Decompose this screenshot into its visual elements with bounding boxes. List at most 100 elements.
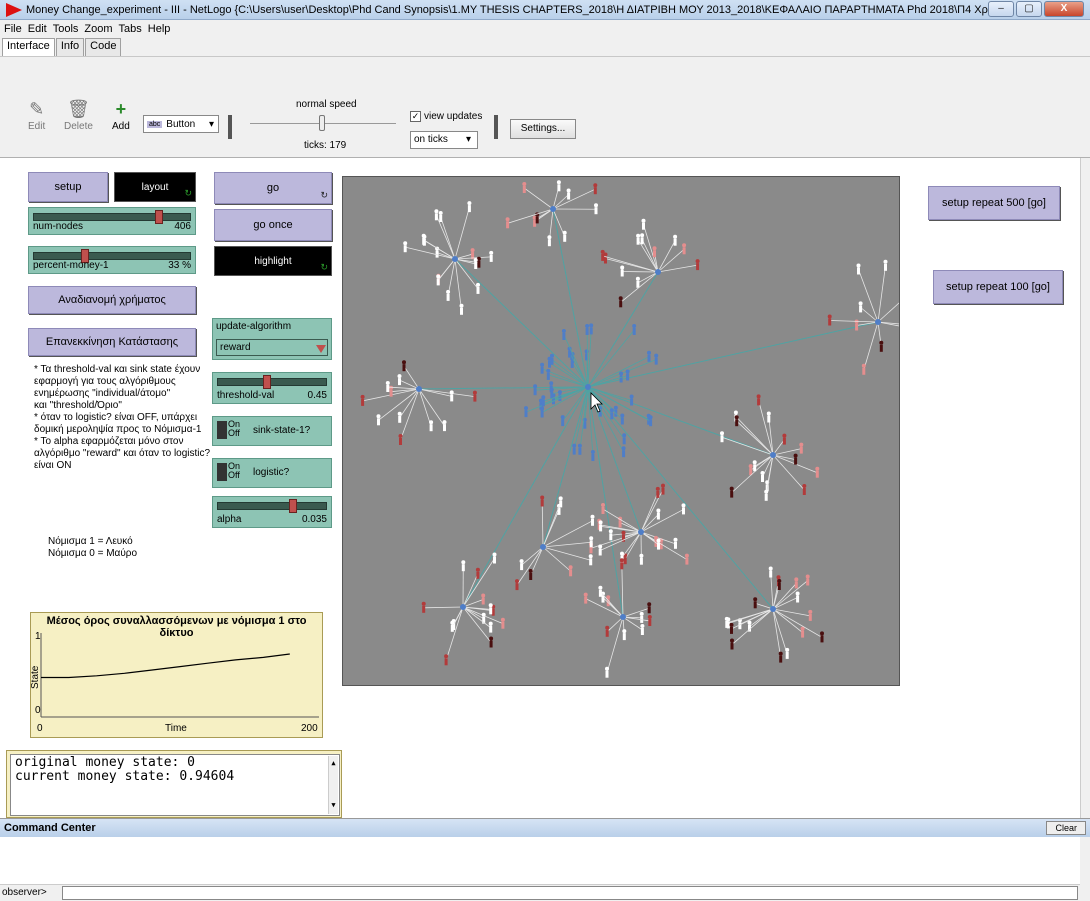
agent-body — [403, 245, 407, 253]
slider-thumb[interactable] — [289, 499, 297, 513]
update-mode-dropdown[interactable]: on ticks ▾ — [410, 131, 478, 149]
speed-slider-thumb[interactable] — [319, 115, 325, 131]
agent-body — [857, 267, 860, 275]
slider-value: 0.45 — [307, 390, 327, 401]
slider-track[interactable] — [217, 502, 327, 510]
switch-toggle[interactable] — [217, 421, 227, 439]
agent-head — [459, 303, 464, 308]
setup-button[interactable]: setup — [28, 172, 108, 202]
agent-body — [640, 237, 644, 245]
agent-head — [533, 384, 538, 389]
agent-body — [541, 399, 545, 407]
threshold-val-slider[interactable]: threshold-val 0.45 — [212, 372, 332, 404]
menu-help[interactable]: Help — [148, 23, 171, 35]
slider-track[interactable] — [33, 213, 191, 221]
agent-node — [682, 243, 687, 255]
x-max-label: 200 — [301, 723, 318, 734]
agent-body — [461, 564, 465, 572]
alpha-slider[interactable]: alpha 0.035 — [212, 496, 332, 528]
network-link — [524, 187, 554, 210]
agent-head — [547, 235, 552, 240]
agent-head — [764, 489, 769, 494]
agent-node — [753, 597, 758, 609]
redistribute-money-button[interactable]: Αναδιανομή χρήματος — [28, 286, 196, 314]
chooser-value-box[interactable]: reward — [216, 339, 328, 356]
monitor-scrollbar[interactable]: ▲ ▼ — [328, 756, 338, 814]
agent-head — [802, 484, 807, 488]
logistic-switch[interactable]: On Off logistic? — [212, 458, 332, 488]
agent-head — [605, 625, 610, 630]
edit-tool[interactable]: ✎ Edit — [28, 99, 45, 132]
observer-prompt[interactable]: observer> — [0, 886, 47, 900]
network-link — [454, 258, 589, 388]
tab-info[interactable]: Info — [55, 38, 85, 56]
agent-head — [461, 560, 466, 565]
agent-body — [647, 354, 651, 362]
setup-repeat-100-button[interactable]: setup repeat 100 [go] — [933, 270, 1063, 304]
agent-body — [522, 186, 526, 193]
plot-canvas: 1 0 State 0 Time 200 — [31, 631, 319, 734]
world-view[interactable] — [342, 176, 900, 686]
menu-file[interactable]: File — [4, 23, 22, 35]
maximize-button[interactable]: ▢ — [1016, 1, 1042, 17]
clear-button[interactable]: Clear — [1046, 821, 1086, 835]
agent-head — [730, 638, 734, 643]
agent-node — [444, 654, 449, 666]
layout-button[interactable]: layout ↻ — [114, 172, 196, 202]
agent-node — [782, 433, 787, 445]
reset-state-label: Επανεκκίνηση Κατάστασης — [45, 336, 179, 348]
interface-vertical-scrollbar[interactable] — [1080, 158, 1090, 818]
menu-tabs[interactable]: Tabs — [119, 23, 142, 35]
menu-edit[interactable]: Edit — [28, 23, 47, 35]
menu-tools[interactable]: Tools — [53, 23, 79, 35]
agent-body — [632, 328, 636, 335]
agent-head — [561, 329, 566, 333]
delete-tool[interactable]: 🗑 Delete — [64, 99, 93, 132]
agent-node — [785, 647, 790, 659]
menu-zoom[interactable]: Zoom — [84, 23, 112, 35]
window-titlebar: Money Change_experiment - III - NetLogo … — [0, 0, 1090, 20]
command-input[interactable] — [62, 886, 1078, 900]
highlight-button[interactable]: highlight ↻ — [214, 246, 332, 276]
slider-track[interactable] — [217, 378, 327, 386]
sink-state-switch[interactable]: On Off sink-state-1? — [212, 416, 332, 446]
agent-node — [802, 484, 807, 495]
add-tool[interactable]: + Add — [112, 99, 130, 132]
agent-head — [376, 414, 381, 419]
close-button[interactable]: X — [1044, 1, 1084, 17]
agent-head — [899, 318, 900, 322]
go-button[interactable]: go ↻ — [214, 172, 332, 204]
agent-node — [429, 420, 434, 432]
slider-thumb[interactable] — [263, 375, 271, 389]
agent-head — [748, 464, 753, 469]
agent-head — [673, 234, 678, 239]
settings-button[interactable]: Settings... — [510, 119, 576, 139]
agent-head — [793, 453, 798, 458]
num-nodes-slider[interactable]: num-nodes 406 — [28, 207, 196, 235]
setup-repeat-500-button[interactable]: setup repeat 500 [go] — [928, 186, 1060, 220]
reset-state-button[interactable]: Επανεκκίνηση Κατάστασης — [28, 328, 196, 356]
update-algorithm-chooser[interactable]: update-algorithm reward — [212, 318, 332, 360]
network-link — [391, 388, 420, 393]
slider-thumb[interactable] — [155, 210, 163, 224]
agent-body — [622, 437, 626, 445]
agent-node — [594, 203, 598, 215]
note-line: και "threshold/Όριο" — [34, 400, 122, 411]
tab-code[interactable]: Code — [85, 38, 122, 56]
switch-toggle[interactable] — [217, 463, 227, 481]
widget-type-dropdown[interactable]: abc Button ▾ — [143, 115, 219, 133]
agent-node — [572, 443, 577, 455]
agent-node — [756, 394, 761, 406]
view-updates-checkbox[interactable]: ✓ view updates — [410, 111, 482, 122]
agent-body — [477, 260, 481, 268]
agent-body — [501, 621, 505, 629]
go-once-button[interactable]: go once — [214, 209, 332, 241]
minimize-button[interactable]: – — [988, 1, 1014, 17]
agent-node — [856, 263, 861, 275]
agent-node — [461, 560, 466, 572]
slider-track[interactable] — [33, 252, 191, 260]
agent-body — [422, 237, 426, 245]
percent-money-1-slider[interactable]: percent-money-1 33 % — [28, 246, 196, 274]
tab-interface[interactable]: Interface — [2, 38, 55, 56]
agent-head — [799, 442, 804, 447]
